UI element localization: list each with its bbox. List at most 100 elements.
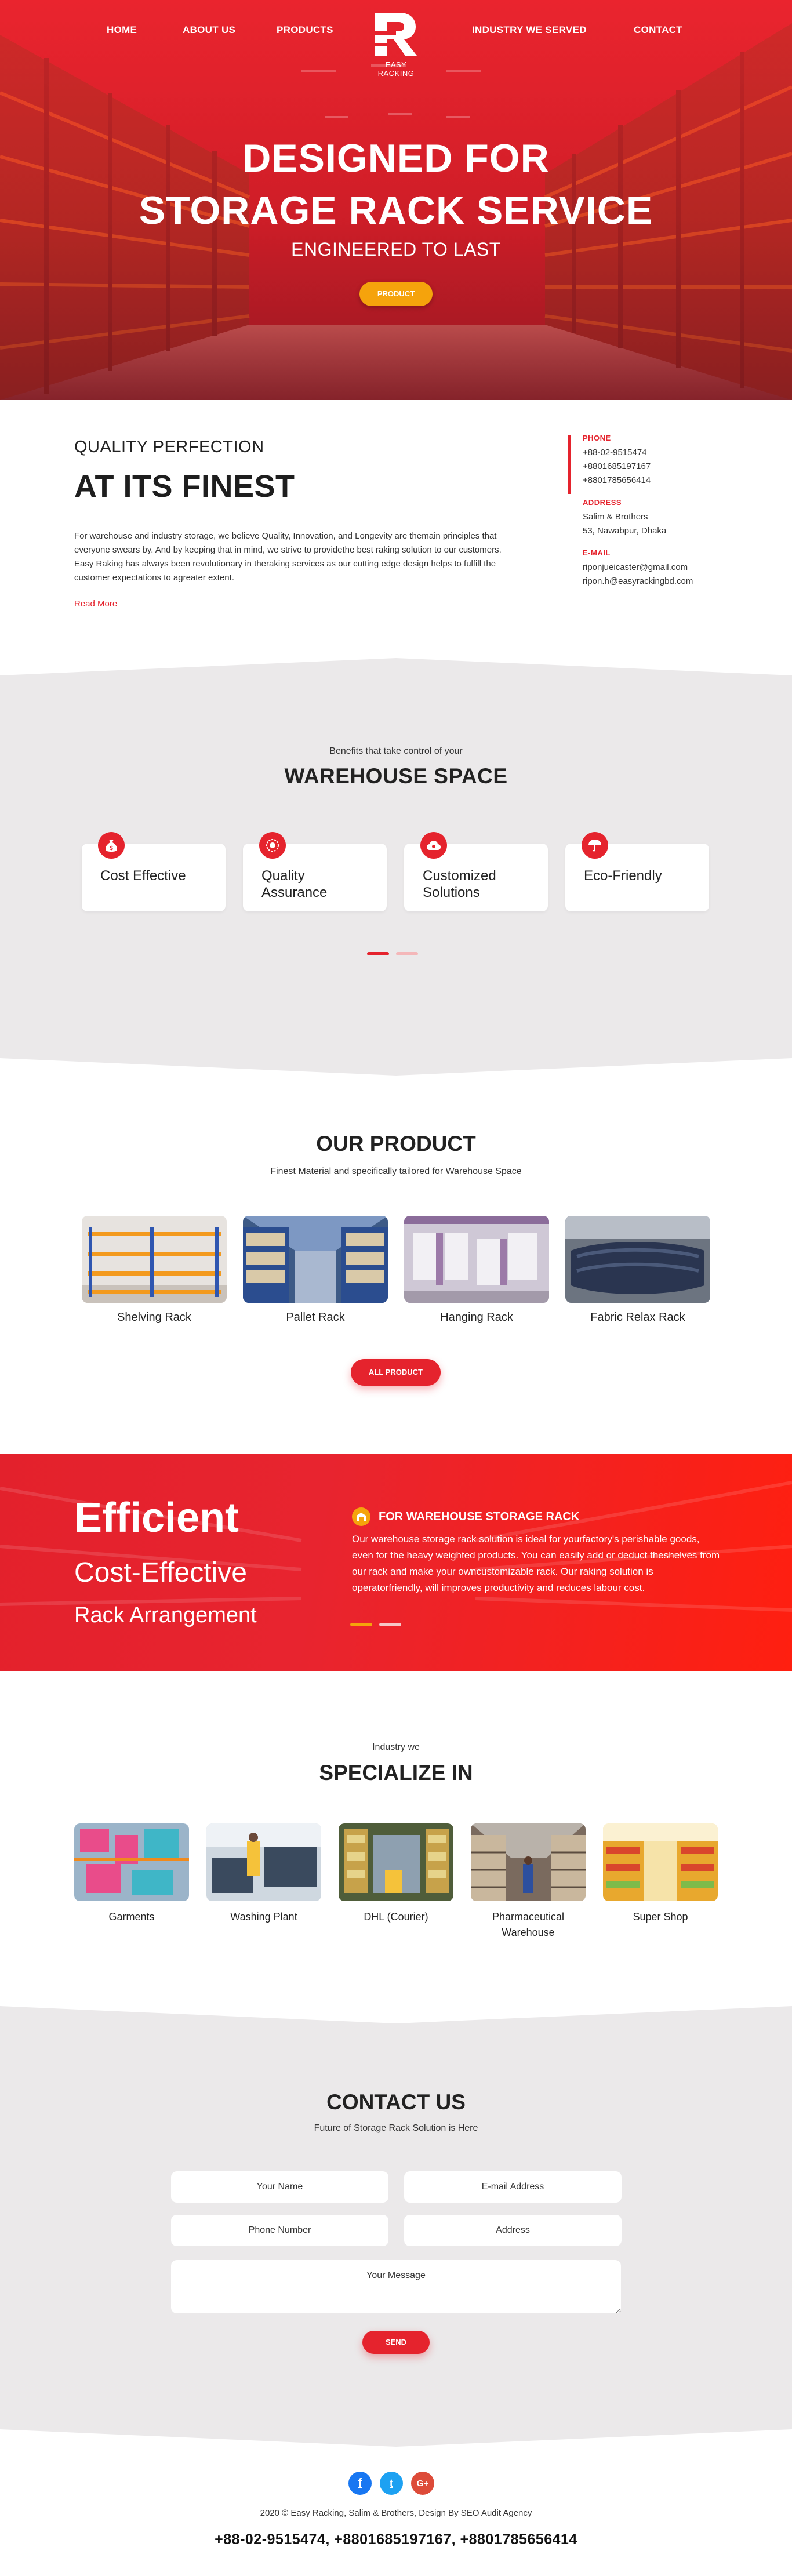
benefit-label-line1: Customized (423, 868, 496, 884)
industry-card-garments[interactable]: Garments (74, 1823, 189, 1925)
industry-name-line2: Warehouse (502, 1927, 555, 1938)
site-logo[interactable]: EASY RACKING (371, 9, 421, 78)
carousel-dot-active[interactable] (350, 1623, 372, 1626)
benefit-label: Eco-Friendly (584, 867, 662, 884)
google-plus-icon[interactable]: G+ (411, 2472, 434, 2495)
nav-industry-we-served[interactable]: INDUSTRY WE SERVED (472, 24, 587, 36)
industry-card-super-shop[interactable]: Super Shop (603, 1823, 718, 1925)
quality-body: For warehouse and industry storage, we b… (74, 531, 502, 583)
warehouse-icon (352, 1507, 370, 1526)
email-label: E-MAIL (583, 548, 611, 557)
phone-1[interactable]: +88-02-9515474 (583, 446, 719, 460)
email-input[interactable] (404, 2171, 622, 2203)
address-label: ADDRESS (583, 498, 622, 507)
facebook-icon[interactable]: f (348, 2472, 372, 2495)
carousel-dot[interactable] (396, 952, 418, 955)
money-bag-icon: $ (98, 832, 125, 859)
benefits-title: WAREHOUSE SPACE (284, 764, 508, 788)
product-image (243, 1216, 388, 1303)
industry-name: DHL (Courier) (339, 1909, 453, 1925)
carousel-dot-active[interactable] (367, 952, 389, 955)
benefit-card-eco-friendly[interactable]: Eco-Friendly (565, 832, 709, 911)
address-input[interactable] (404, 2215, 622, 2246)
benefit-label-line1: Quality (261, 868, 305, 884)
address-line-2: 53, Nawabpur, Dhaka (583, 526, 667, 536)
quality-badge-icon (259, 832, 286, 859)
industry-name: Pharmaceutical Warehouse (471, 1909, 586, 1941)
industry-name: Super Shop (603, 1909, 718, 1925)
all-product-button[interactable]: ALL PRODUCT (351, 1359, 441, 1386)
nav-products[interactable]: PRODUCTS (277, 24, 333, 36)
product-card-pallet-rack[interactable]: Pallet Rack (243, 1216, 388, 1324)
industry-name-line1: Pharmaceutical (492, 1911, 565, 1923)
phone-3[interactable]: +8801785656414 (583, 474, 719, 488)
read-more-link[interactable]: Read More (74, 599, 117, 609)
benefits-carousel-dots (367, 952, 425, 955)
svg-text:$: $ (110, 845, 113, 852)
product-image (565, 1216, 710, 1303)
industry-image (603, 1823, 718, 1901)
benefit-card-customized-solutions[interactable]: Customized Solutions (404, 832, 548, 911)
umbrella-icon (582, 832, 608, 859)
industry-image (206, 1823, 321, 1901)
email-1[interactable]: riponjueicaster@gmail.com (583, 561, 719, 575)
industry-name-line1: Washing Plant (230, 1911, 297, 1923)
warehouse-rack-heading: FOR WAREHOUSE STORAGE RACK (352, 1507, 579, 1526)
contact-title: CONTACT US (326, 2090, 466, 2114)
products-subtitle: Finest Material and specifically tailore… (270, 1167, 522, 1176)
name-input[interactable] (171, 2171, 388, 2203)
twitter-icon[interactable]: t (380, 2472, 403, 2495)
industry-name-line1: Garments (108, 1911, 155, 1923)
logo-text: EASY RACKING (377, 60, 415, 78)
benefit-label: Customized Solutions (423, 867, 496, 901)
nav-about-us[interactable]: ABOUT US (183, 24, 235, 36)
industry-pretitle: Industry we (372, 1742, 420, 1752)
carousel-dot[interactable] (379, 1623, 401, 1626)
industry-card-pharmaceutical-warehouse[interactable]: Pharmaceutical Warehouse (471, 1823, 586, 1941)
footer-copyright: 2020 © Easy Racking, Salim & Brothers, D… (260, 2508, 532, 2518)
warehouse-rack-heading-text: FOR WAREHOUSE STORAGE RACK (379, 1510, 580, 1523)
industry-name-line1: Super Shop (633, 1911, 688, 1923)
benefit-label: Quality Assurance (261, 867, 327, 901)
nav-contact[interactable]: CONTACT (634, 24, 682, 36)
rack-arrangement-heading: Rack Arrangement (74, 1603, 257, 1627)
product-card-hanging-rack[interactable]: Hanging Rack (404, 1216, 549, 1324)
email-2[interactable]: ripon.h@easyrackingbd.com (583, 575, 719, 588)
product-card-shelving-rack[interactable]: Shelving Rack (82, 1216, 227, 1324)
benefit-label-line1: Eco-Friendly (584, 868, 662, 884)
hero-title: DESIGNED FOR STORAGE RACK SERVICE (0, 132, 792, 237)
phone-input[interactable] (171, 2215, 388, 2246)
product-button[interactable]: PRODUCT (359, 282, 433, 306)
industry-name: Washing Plant (206, 1909, 321, 1925)
industry-card-washing-plant[interactable]: Washing Plant (206, 1823, 321, 1925)
industry-card-dhl-courier[interactable]: DHL (Courier) (339, 1823, 453, 1925)
benefit-label: Cost Effective (100, 867, 186, 884)
benefit-card-quality-assurance[interactable]: Quality Assurance (243, 832, 387, 911)
product-name: Pallet Rack (286, 1311, 345, 1324)
hero-title-line1: DESIGNED FOR (242, 136, 550, 180)
benefit-label-line1: Cost Effective (100, 868, 186, 884)
benefit-label-line2: Assurance (261, 885, 328, 900)
contact-section (0, 2006, 792, 2447)
nav-home[interactable]: HOME (107, 24, 137, 36)
products-title: OUR PRODUCT (316, 1132, 476, 1156)
industry-image (339, 1823, 453, 1901)
efficient-body: Our warehouse storage rack solution is i… (352, 1534, 720, 1593)
address-line-1: Salim & Brothers (583, 512, 648, 522)
benefits-pretitle: Benefits that take control of your (329, 746, 463, 756)
efficient-banner: Efficient Cost-Effective Rack Arrangemen… (0, 1454, 792, 1671)
phone-2[interactable]: +8801685197167 (583, 460, 719, 474)
product-card-fabric-relax-rack[interactable]: Fabric Relax Rack (565, 1216, 710, 1324)
product-image (404, 1216, 549, 1303)
cost-effective-heading: Cost-Effective (74, 1557, 247, 1588)
benefit-card-cost-effective[interactable]: $ Cost Effective (82, 832, 226, 911)
hero-title-line2: STORAGE RACK SERVICE (139, 188, 653, 232)
hero-section: HOME ABOUT US PRODUCTS INDUSTRY WE SERVE… (0, 0, 792, 400)
product-name: Shelving Rack (117, 1311, 191, 1324)
send-button[interactable]: SEND (362, 2331, 430, 2354)
industry-name: Garments (74, 1909, 189, 1925)
message-textarea[interactable] (171, 2260, 621, 2313)
contact-subtitle: Future of Storage Rack Solution is Here (314, 2123, 478, 2133)
easy-racking-logo-icon (375, 13, 417, 56)
product-name: Hanging Rack (440, 1311, 513, 1324)
